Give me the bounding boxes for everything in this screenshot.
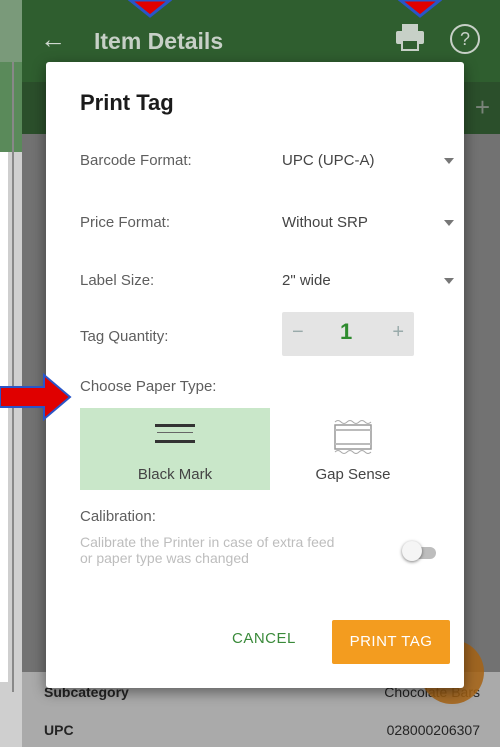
label-size-label: Label Size: bbox=[80, 272, 155, 289]
paper-option-black-mark[interactable]: Black Mark bbox=[80, 408, 270, 490]
calibration-label: Calibration: bbox=[80, 508, 156, 525]
tag-quantity-stepper: − 1 + bbox=[282, 312, 414, 356]
print-tag-dialog: Print Tag Barcode Format: UPC (UPC-A) Pr… bbox=[46, 62, 464, 688]
page-title: Item Details bbox=[94, 28, 224, 54]
printer-icon[interactable] bbox=[394, 22, 426, 52]
print-tag-button[interactable]: PRINT TAG bbox=[332, 620, 450, 664]
chevron-down-icon[interactable] bbox=[444, 158, 454, 164]
price-format-select[interactable]: Without SRP bbox=[282, 214, 368, 231]
black-mark-icon bbox=[155, 424, 195, 443]
tag-quantity-value[interactable]: 1 bbox=[340, 319, 352, 345]
gap-sense-icon bbox=[334, 420, 372, 454]
strip-header bbox=[0, 0, 22, 62]
calibration-toggle[interactable] bbox=[402, 541, 438, 561]
toggle-knob bbox=[402, 541, 422, 561]
chevron-down-icon[interactable] bbox=[444, 220, 454, 226]
barcode-format-label: Barcode Format: bbox=[80, 152, 192, 169]
phone-screen: ← Item Details ? + Subcategory Chocolate… bbox=[22, 0, 500, 747]
annotation-arrow-right-icon bbox=[0, 373, 72, 421]
paper-option-label: Gap Sense bbox=[315, 466, 391, 483]
paper-option-gap-sense[interactable]: Gap Sense bbox=[258, 408, 448, 490]
paper-type-label: Choose Paper Type: bbox=[80, 378, 217, 395]
strip-subheader bbox=[0, 62, 22, 152]
help-icon[interactable]: ? bbox=[450, 24, 480, 54]
annotation-arrow-down-icon bbox=[398, 0, 442, 18]
barcode-format-select[interactable]: UPC (UPC-A) bbox=[282, 152, 375, 169]
increment-button[interactable]: + bbox=[392, 321, 404, 344]
paper-option-label: Black Mark bbox=[137, 466, 213, 483]
cancel-button[interactable]: CANCEL bbox=[232, 630, 296, 647]
label-size-select[interactable]: 2" wide bbox=[282, 272, 331, 289]
price-format-label: Price Format: bbox=[80, 214, 171, 231]
calibration-description: Calibrate the Printer in case of extra f… bbox=[80, 534, 335, 566]
tag-quantity-label: Tag Quantity: bbox=[80, 328, 169, 345]
annotation-arrow-down-icon bbox=[128, 0, 172, 18]
decrement-button[interactable]: − bbox=[292, 321, 304, 344]
dialog-title: Print Tag bbox=[80, 90, 174, 115]
chevron-down-icon[interactable] bbox=[444, 278, 454, 284]
back-arrow-icon[interactable]: ← bbox=[40, 24, 66, 55]
